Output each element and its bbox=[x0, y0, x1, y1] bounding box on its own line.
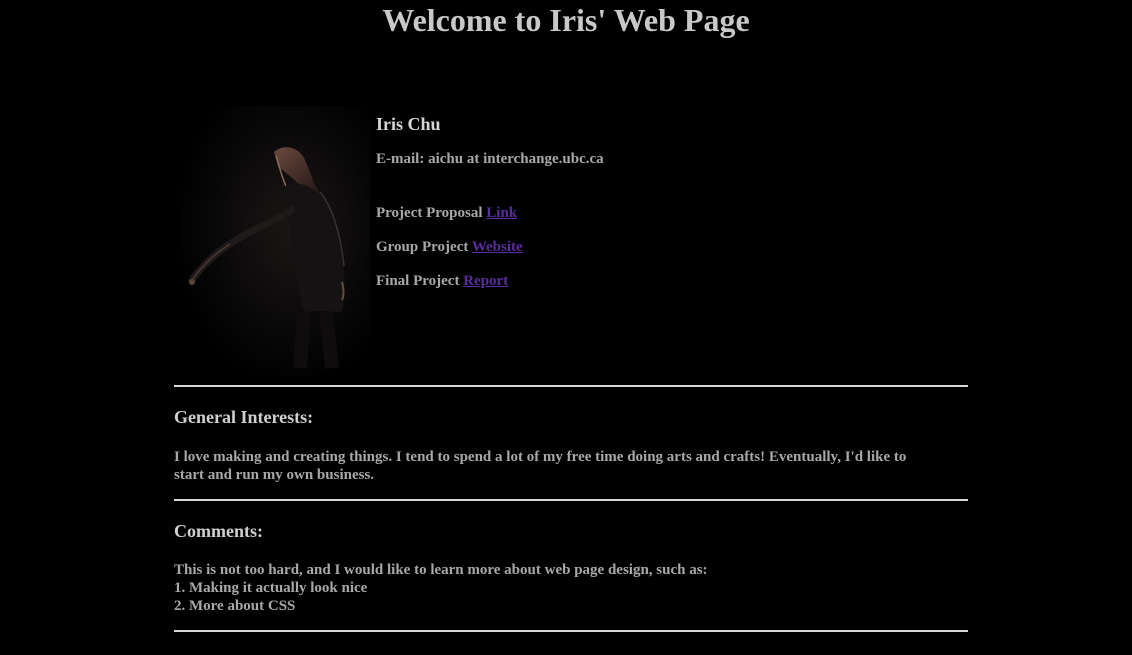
comments-text: This is not too hard, and I would like t… bbox=[174, 561, 968, 615]
group-project-label: Group Project bbox=[376, 239, 469, 255]
interests-line: I love making and creating things. I ten… bbox=[174, 449, 907, 465]
comments-line: 2. More about CSS bbox=[174, 598, 296, 614]
interests-heading: General Interests: bbox=[174, 407, 314, 427]
comments-line: This is not too hard, and I would like t… bbox=[174, 562, 708, 578]
profile-section: Iris Chu E-mail: aichu at interchange.ub… bbox=[174, 106, 968, 376]
comments-heading: Comments: bbox=[174, 521, 263, 541]
final-project-row: Final Project Report bbox=[376, 273, 508, 290]
final-project-label: Final Project bbox=[376, 273, 460, 289]
group-project-row: Group Project Website bbox=[376, 239, 523, 256]
divider bbox=[174, 630, 968, 632]
profile-photo bbox=[174, 106, 370, 376]
group-project-website-link[interactable]: Website bbox=[472, 239, 523, 255]
profile-name: Iris Chu bbox=[376, 114, 441, 134]
interests-line: start and run my own business. bbox=[174, 467, 375, 483]
divider bbox=[174, 385, 968, 387]
page-title: Welcome to Iris' Web Page bbox=[382, 2, 750, 38]
divider bbox=[174, 499, 968, 501]
final-project-report-link[interactable]: Report bbox=[463, 273, 508, 289]
project-proposal-row: Project Proposal Link bbox=[376, 205, 517, 222]
project-proposal-label: Project Proposal bbox=[376, 205, 483, 221]
profile-email: E-mail: aichu at interchange.ubc.ca bbox=[376, 151, 604, 167]
project-proposal-link[interactable]: Link bbox=[486, 205, 517, 221]
interests-text: I love making and creating things. I ten… bbox=[174, 448, 968, 484]
comments-line: 1. Making it actually look nice bbox=[174, 580, 368, 596]
profile-photo-image bbox=[174, 106, 370, 376]
